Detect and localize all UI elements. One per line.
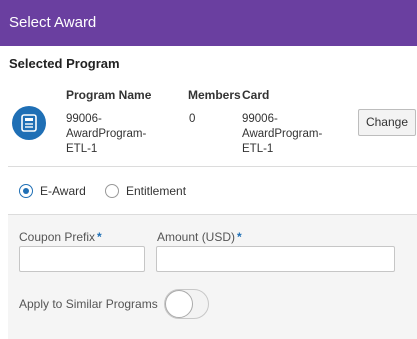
column-header-members: Members [188, 88, 241, 102]
amount-input[interactable] [156, 246, 395, 272]
coupon-prefix-label: Coupon Prefix * [19, 230, 102, 244]
e-award-radio[interactable] [19, 184, 33, 198]
entitlement-label[interactable]: Entitlement [126, 184, 186, 198]
apply-similar-toggle[interactable] [164, 289, 209, 319]
apply-similar-label: Apply to Similar Programs [19, 297, 158, 311]
members-cell: 0 [189, 113, 196, 125]
e-award-label[interactable]: E-Award [40, 184, 86, 198]
coupon-prefix-input[interactable] [19, 246, 145, 272]
change-program-button[interactable]: Change [358, 109, 416, 136]
required-marker: * [237, 230, 242, 244]
amount-label-text: Amount (USD) [157, 230, 236, 244]
dialog-title-bar: Select Award [0, 0, 417, 46]
card-cell: 99006- AwardProgram- ETL-1 [242, 112, 322, 157]
column-header-card: Card [242, 88, 270, 102]
divider [8, 166, 417, 167]
column-header-program-name: Program Name [66, 88, 152, 102]
entitlement-radio[interactable] [105, 184, 119, 198]
program-name-line: 99006- [66, 113, 102, 125]
card-line: AwardProgram- [242, 128, 323, 140]
program-name-line: ETL-1 [66, 143, 98, 155]
section-heading: Selected Program [9, 56, 120, 71]
coupon-prefix-label-text: Coupon Prefix [19, 230, 96, 244]
program-card-icon [12, 106, 46, 140]
program-name-cell: 99006- AwardProgram- ETL-1 [66, 112, 146, 157]
card-line: 99006- [242, 113, 278, 125]
toggle-knob [165, 290, 193, 318]
program-name-line: AwardProgram- [66, 128, 147, 140]
amount-label: Amount (USD) * [157, 230, 242, 244]
dialog-title: Select Award [9, 14, 97, 31]
required-marker: * [97, 230, 102, 244]
card-line: ETL-1 [242, 143, 274, 155]
